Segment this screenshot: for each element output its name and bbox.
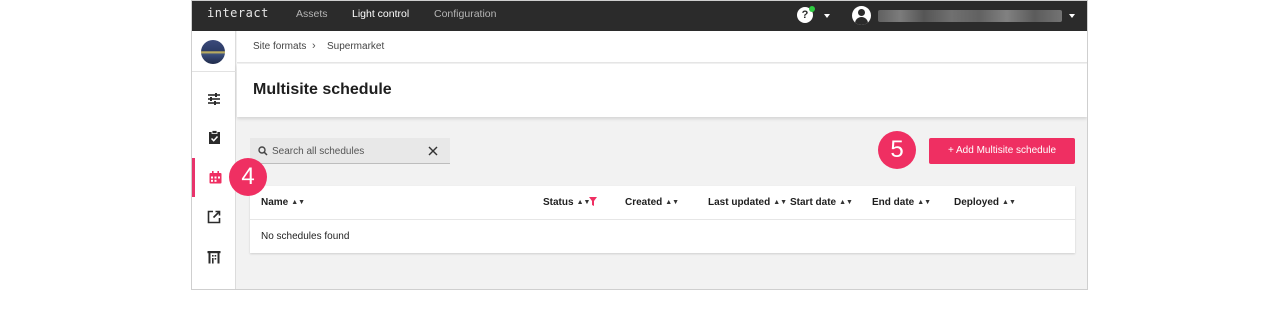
sidebar-item-settings[interactable] xyxy=(192,79,236,118)
column-header-deployed[interactable]: Deployed ▲▼ xyxy=(954,197,1016,208)
sliders-icon xyxy=(208,92,220,105)
breadcrumb-site-formats[interactable]: Site formats xyxy=(253,41,306,52)
column-header-status[interactable]: Status ▲▼ xyxy=(543,197,590,208)
empty-state-text: No schedules found xyxy=(261,231,350,242)
sidebar-item-tasks[interactable] xyxy=(192,118,236,157)
search-icon xyxy=(258,146,268,156)
schedules-table: Name ▲▼ Status ▲▼ Created ▲▼ Last updated ▲▼… xyxy=(250,186,1075,253)
page-header: Multisite schedule xyxy=(237,64,1087,117)
site-logo[interactable] xyxy=(201,40,225,64)
add-multisite-schedule-button[interactable]: + Add Multisite schedule xyxy=(929,138,1075,164)
top-bar: interact Assets Light control Configurat… xyxy=(192,1,1087,31)
nav-assets[interactable]: Assets xyxy=(296,8,328,20)
sidebar xyxy=(192,31,236,289)
sort-icon[interactable]: ▲▼ xyxy=(839,199,853,206)
sort-icon[interactable]: ▲▼ xyxy=(773,199,787,206)
search-field[interactable] xyxy=(250,138,450,164)
sort-icon[interactable]: ▲▼ xyxy=(917,199,931,206)
column-header-name[interactable]: Name ▲▼ xyxy=(261,197,305,208)
clipboard-check-icon xyxy=(208,130,220,144)
table-divider xyxy=(250,219,1075,220)
external-link-icon xyxy=(207,210,221,223)
nav-light-control[interactable]: Light control xyxy=(352,8,409,20)
user-menu-chevron-icon[interactable] xyxy=(1069,14,1075,18)
site-logo-container xyxy=(192,31,236,72)
sort-icon[interactable]: ▲▼ xyxy=(665,199,679,206)
nav-configuration[interactable]: Configuration xyxy=(434,8,496,20)
sort-icon[interactable]: ▲▼ xyxy=(1002,199,1016,206)
breadcrumb-supermarket: Supermarket xyxy=(327,41,385,52)
status-indicator-dot xyxy=(809,6,815,12)
column-header-created[interactable]: Created ▲▼ xyxy=(625,197,679,208)
chevron-down-icon[interactable] xyxy=(824,14,830,18)
app-window: interact Assets Light control Configurat… xyxy=(191,0,1088,290)
building-icon xyxy=(207,250,221,263)
breadcrumb: Site formats › Supermarket xyxy=(237,31,1087,63)
column-header-end-date[interactable]: End date ▲▼ xyxy=(872,197,931,208)
page-title: Multisite schedule xyxy=(253,81,392,98)
sidebar-item-buildings[interactable] xyxy=(192,237,236,276)
column-header-last-updated[interactable]: Last updated ▲▼ xyxy=(708,197,787,208)
sort-icon[interactable]: ▲▼ xyxy=(291,199,305,206)
column-header-start-date[interactable]: Start date ▲▼ xyxy=(790,197,853,208)
callout-badge-4: 4 xyxy=(229,158,267,196)
search-input[interactable] xyxy=(272,142,422,160)
brand-logo: interact xyxy=(207,6,269,20)
user-name-redacted[interactable] xyxy=(878,10,1062,22)
sidebar-item-export[interactable] xyxy=(192,197,236,236)
close-icon[interactable] xyxy=(426,144,440,158)
chevron-right-icon: › xyxy=(312,40,316,52)
account-icon[interactable] xyxy=(852,6,871,25)
filter-icon[interactable] xyxy=(589,197,597,206)
calendar-icon xyxy=(209,171,222,184)
callout-badge-5: 5 xyxy=(878,131,916,169)
